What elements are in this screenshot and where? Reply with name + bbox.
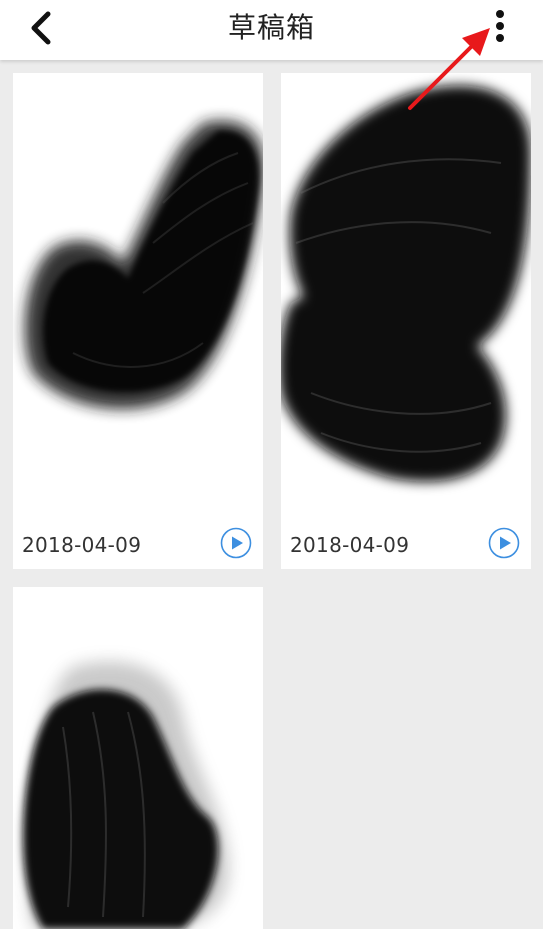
draft-thumbnail — [281, 85, 531, 482]
page-title: 草稿箱 — [227, 11, 315, 44]
more-vertical-icon — [496, 10, 504, 42]
top-bar: 草稿箱 — [0, 0, 543, 60]
draft-date: 2018-04-09 — [290, 533, 410, 557]
play-icon[interactable] — [220, 527, 252, 559]
draft-card[interactable]: 2018-04-09 — [13, 73, 263, 569]
draft-date: 2018-04-09 — [22, 533, 142, 557]
more-options-button[interactable] — [480, 4, 520, 48]
draft-card[interactable] — [13, 587, 263, 929]
play-icon[interactable] — [488, 527, 520, 559]
draft-thumbnail — [23, 661, 229, 929]
draft-card[interactable]: 2018-04-09 — [281, 73, 531, 569]
draft-thumbnail — [24, 120, 263, 410]
